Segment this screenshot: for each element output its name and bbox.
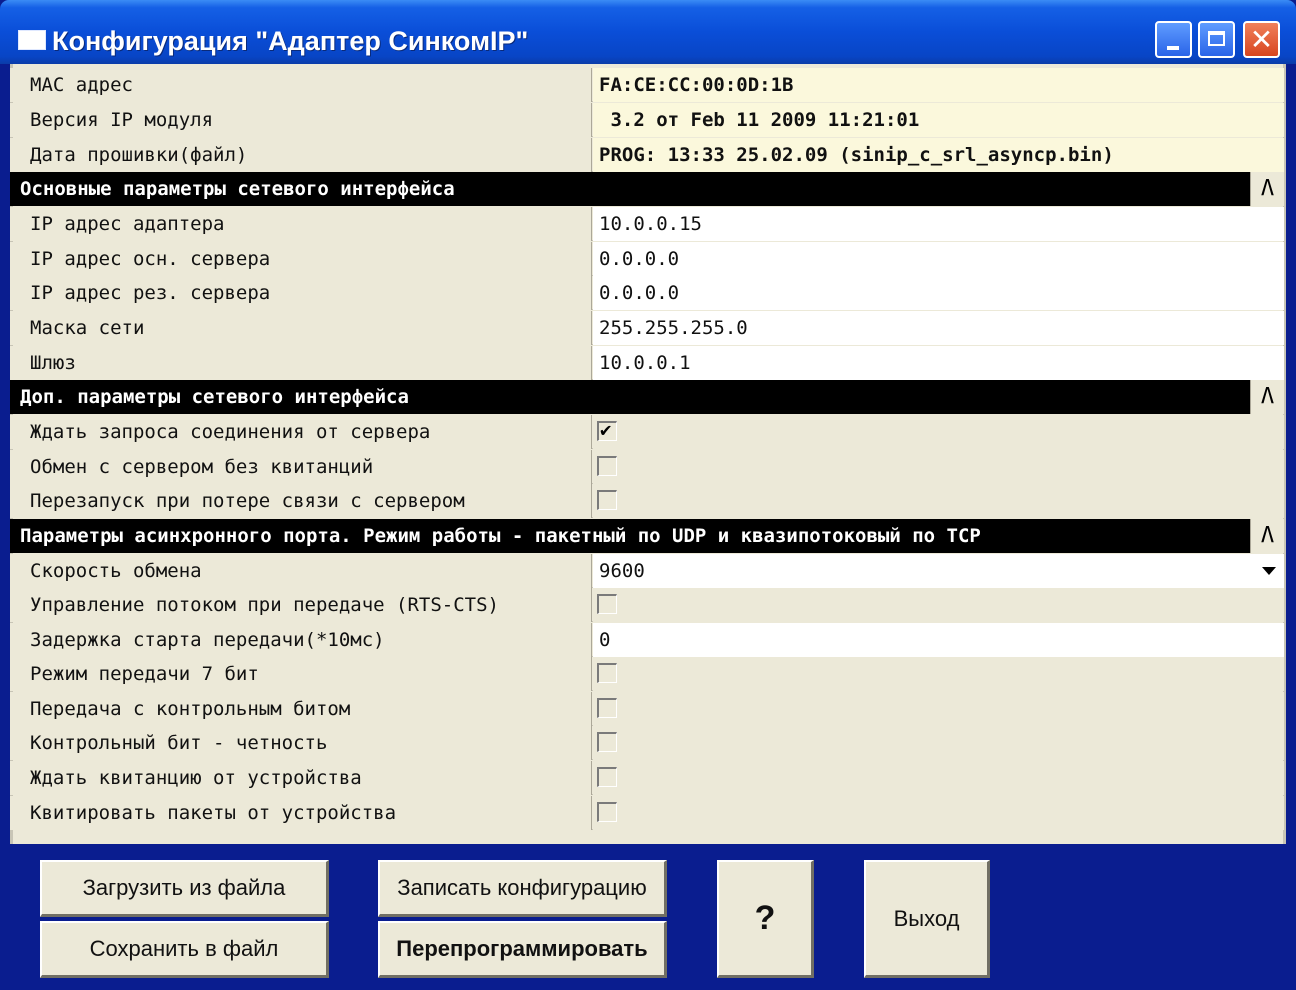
close-icon: ✕ [1249, 23, 1274, 56]
baud-rate-value: 9600 [599, 560, 645, 582]
row-label: Версия IP модуля [10, 103, 592, 137]
value-cell [593, 726, 1284, 760]
row-baud-rate: Скорость обмена 9600 [10, 554, 1284, 588]
row-gateway: Шлюз 10.0.0.1 [10, 346, 1284, 380]
row-label: Обмен с сервером без квитанций [10, 450, 592, 484]
baud-rate-select[interactable]: 9600 [593, 554, 1284, 588]
row-7bit-mode: Режим передачи 7 бит [10, 657, 1284, 691]
info-row-version: Версия IP модуля 3.2 от Feb 11 2009 11:2… [10, 103, 1284, 137]
value-cell [593, 796, 1284, 830]
value-cell [593, 761, 1284, 795]
row-label: IP адрес адаптера [10, 207, 592, 241]
row-label: МАС адрес [10, 68, 592, 102]
parity-even-checkbox[interactable] [597, 732, 617, 752]
load-from-file-button[interactable]: Загрузить из файла [40, 860, 329, 917]
wait-device-receipt-checkbox[interactable] [597, 767, 617, 787]
value-cell [593, 588, 1284, 622]
row-flow-control: Управление потоком при передаче (RTS-CTS… [10, 588, 1284, 622]
help-button[interactable]: ? [717, 860, 814, 978]
7bit-mode-checkbox[interactable] [597, 663, 617, 683]
collapse-button[interactable]: Λ [1250, 172, 1284, 206]
minimize-icon [1167, 46, 1179, 50]
flow-control-checkbox[interactable] [597, 594, 617, 614]
checkmark-icon: ✔ [600, 419, 612, 441]
ip-backup-server-field[interactable]: 0.0.0.0 [593, 276, 1284, 310]
row-tx-delay: Задержка старта передачи(*10мс) 0 [10, 623, 1284, 657]
title-bar[interactable]: Конфигурация "Адаптер СинкомIP" ✕ [0, 0, 1296, 64]
tx-delay-field[interactable]: 0 [593, 623, 1284, 657]
section-header-extra: Доп. параметры сетевого интерфейса Λ [10, 380, 1284, 414]
row-parity-even: Контрольный бит - четность [10, 726, 1284, 760]
collapse-button[interactable]: Λ [1250, 380, 1284, 414]
value-cell: ✔ [593, 415, 1284, 449]
row-label: Управление потоком при передаче (RTS-CTS… [10, 588, 592, 622]
chevron-up-icon: Λ [1260, 176, 1275, 201]
dropdown-arrow-icon[interactable] [1262, 567, 1276, 575]
close-button[interactable]: ✕ [1243, 21, 1280, 58]
section-title: Параметры асинхронного порта. Режим рабо… [20, 525, 981, 547]
value-cell [593, 450, 1284, 484]
no-receipts-checkbox[interactable] [597, 456, 617, 476]
row-label: Квитировать пакеты от устройства [10, 796, 592, 830]
version-value: 3.2 от Feb 11 2009 11:21:01 [593, 103, 1284, 137]
value-cell [593, 692, 1284, 726]
row-label: Ждать квитанцию от устройства [10, 761, 592, 795]
ack-device-packets-checkbox[interactable] [597, 802, 617, 822]
row-label: Дата прошивки(файл) [10, 138, 592, 172]
row-label: Передача с контрольным битом [10, 692, 592, 726]
row-restart-on-loss: Перезапуск при потере связи с сервером [10, 484, 1284, 518]
row-wait-device-receipt: Ждать квитанцию от устройства [10, 761, 1284, 795]
chevron-up-icon: Λ [1260, 523, 1275, 548]
row-label: Режим передачи 7 бит [10, 657, 592, 691]
save-to-file-button[interactable]: Сохранить в файл [40, 921, 329, 978]
row-ip-main-server: IP адрес осн. сервера 0.0.0.0 [10, 242, 1284, 276]
row-label: IP адрес рез. сервера [10, 276, 592, 310]
firmware-value: PROG: 13:33 25.02.09 (sinip_c_srl_asyncp… [593, 138, 1284, 172]
maximize-button[interactable] [1198, 21, 1235, 58]
section-header-async-port: Параметры асинхронного порта. Режим рабо… [10, 519, 1284, 553]
minimize-button[interactable] [1155, 21, 1192, 58]
mac-value: FA:CE:CC:00:0D:1B [593, 68, 1284, 102]
row-label: Скорость обмена [10, 554, 592, 588]
section-header-network: Основные параметры сетевого интерфейса Λ [10, 172, 1284, 206]
parity-bit-checkbox[interactable] [597, 698, 617, 718]
reprogram-button[interactable]: Перепрограммировать [378, 921, 667, 978]
section-title: Доп. параметры сетевого интерфейса [20, 386, 409, 408]
netmask-field[interactable]: 255.255.255.0 [593, 311, 1284, 345]
ip-adapter-field[interactable]: 10.0.0.15 [593, 207, 1284, 241]
restart-on-loss-checkbox[interactable] [597, 490, 617, 510]
collapse-button[interactable]: Λ [1250, 519, 1284, 553]
row-ip-backup-server: IP адрес рез. сервера 0.0.0.0 [10, 276, 1284, 310]
row-ack-device-packets: Квитировать пакеты от устройства [10, 796, 1284, 830]
info-row-mac: МАС адрес FA:CE:CC:00:0D:1B [10, 68, 1284, 102]
window-icon [18, 30, 46, 50]
row-wait-server: Ждать запроса соединения от сервера ✔ [10, 415, 1284, 449]
value-cell [593, 484, 1284, 518]
row-label: Контрольный бит - четность [10, 726, 592, 760]
value-cell [593, 657, 1284, 691]
wait-server-checkbox[interactable]: ✔ [597, 419, 617, 441]
gateway-field[interactable]: 10.0.0.1 [593, 346, 1284, 380]
row-no-receipts: Обмен с сервером без квитанций [10, 450, 1284, 484]
section-title: Основные параметры сетевого интерфейса [20, 178, 455, 200]
maximize-icon [1208, 31, 1225, 46]
config-window: Конфигурация "Адаптер СинкомIP" ✕ МАС ад… [0, 0, 1296, 990]
window-title: Конфигурация "Адаптер СинкомIP" [52, 26, 529, 56]
exit-button[interactable]: Выход [864, 860, 990, 978]
row-label: Ждать запроса соединения от сервера [10, 415, 592, 449]
row-label: IP адрес осн. сервера [10, 242, 592, 276]
row-label: Задержка старта передачи(*10мс) [10, 623, 592, 657]
row-ip-adapter: IP адрес адаптера 10.0.0.15 [10, 207, 1284, 241]
write-config-button[interactable]: Записать конфигурацию [378, 860, 667, 917]
row-label: Шлюз [10, 346, 592, 380]
row-label: Перезапуск при потере связи с сервером [10, 484, 592, 518]
row-netmask: Маска сети 255.255.255.0 [10, 311, 1284, 345]
info-row-firmware: Дата прошивки(файл) PROG: 13:33 25.02.09… [10, 138, 1284, 172]
row-label: Маска сети [10, 311, 592, 345]
chevron-up-icon: Λ [1260, 384, 1275, 409]
ip-main-server-field[interactable]: 0.0.0.0 [593, 242, 1284, 276]
row-parity-bit: Передача с контрольным битом [10, 692, 1284, 726]
